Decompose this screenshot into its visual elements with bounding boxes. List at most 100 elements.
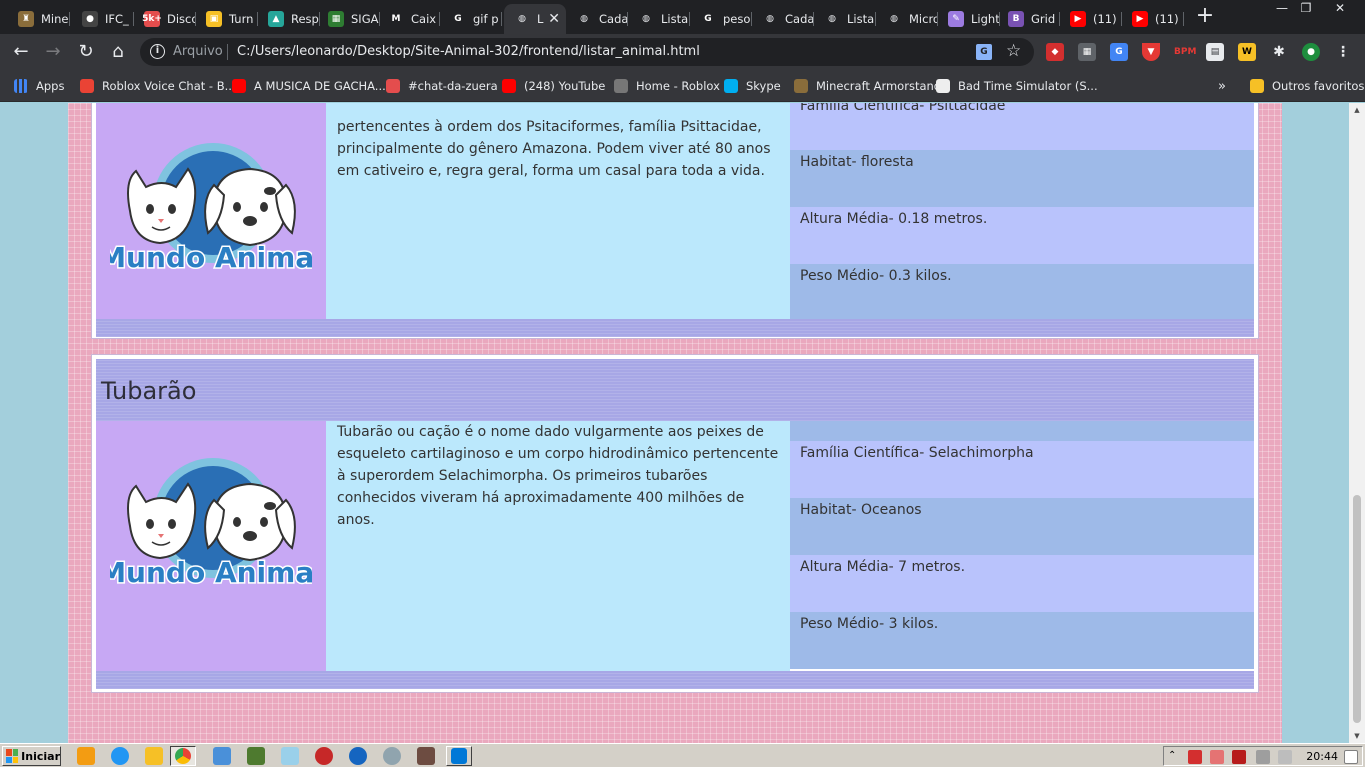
- tab[interactable]: Gpeso: [690, 4, 752, 34]
- address-bar[interactable]: i Arquivo G ☆: [140, 38, 1034, 66]
- animal-height-text: Altura Média- 7 metros.: [800, 559, 966, 575]
- browser-toolbar: ← → ↻ ⌂ i Arquivo G ☆ ◆ ▦ G ▼ BPM ▤ W ✱ …: [0, 34, 1365, 70]
- tab-label: Disco: [167, 12, 196, 26]
- ie-icon[interactable]: [111, 747, 129, 765]
- tab[interactable]: ▶ (11): [1122, 4, 1184, 34]
- app-blue-icon[interactable]: [349, 747, 367, 765]
- animal-habitat-text: Habitat- floresta: [800, 154, 914, 170]
- chrome-taskbar-button[interactable]: [170, 746, 196, 766]
- app-gray-icon[interactable]: [383, 747, 401, 765]
- shield-extension-icon[interactable]: ▼: [1142, 43, 1160, 61]
- site-info-icon[interactable]: i: [150, 44, 165, 59]
- tray-security-icon[interactable]: [1210, 750, 1224, 764]
- vscode-taskbar-button[interactable]: [446, 746, 472, 766]
- bookmark-label: Home - Roblox: [636, 79, 720, 93]
- bookmark-item[interactable]: #chat-da-zuera: [386, 77, 498, 95]
- media-player-icon[interactable]: [77, 747, 95, 765]
- tab[interactable]: 5k+ Disco: [134, 4, 196, 34]
- calculator-icon[interactable]: [213, 747, 231, 765]
- scroll-down-icon[interactable]: ▼: [1353, 732, 1361, 740]
- back-button[interactable]: ←: [9, 40, 33, 64]
- explorer-icon[interactable]: [145, 747, 163, 765]
- minecraft-icon[interactable]: [247, 747, 265, 765]
- close-tab-icon[interactable]: ✕: [548, 11, 560, 27]
- translate-extension-icon[interactable]: G: [1110, 43, 1128, 61]
- bookmark-label: Skype: [746, 79, 781, 93]
- tab[interactable]: ◍ Cada: [752, 4, 814, 34]
- profile-avatar[interactable]: ●: [1302, 43, 1320, 61]
- bookmark-label: Roblox Voice Chat - B...: [102, 79, 236, 93]
- tab[interactable]: ▶ (11): [1060, 4, 1122, 34]
- animal-family-text: Família Científica- Psittacidae: [800, 103, 1006, 114]
- tab[interactable]: ▲ Resp: [258, 4, 320, 34]
- animal-logo-cell: Mundo Animal: [96, 421, 326, 671]
- bookmark-item[interactable]: Bad Time Simulator (S...: [936, 77, 1098, 95]
- menu-icon[interactable]: ⋮: [1334, 43, 1352, 61]
- tray-app-icon[interactable]: [1188, 750, 1202, 764]
- tab[interactable]: Ggif p: [440, 4, 502, 34]
- calendar-extension-icon[interactable]: ▦: [1078, 43, 1096, 61]
- extensions-icon[interactable]: ✱: [1270, 43, 1288, 61]
- app-red-icon[interactable]: [315, 747, 333, 765]
- bookmark-item[interactable]: Skype: [724, 77, 781, 95]
- bookmark-item[interactable]: (248) YouTube: [502, 77, 605, 95]
- bookmark-label: Minecraft Armorstand: [816, 79, 942, 93]
- tab-favicon-icon: M: [391, 14, 401, 24]
- translate-icon[interactable]: G: [976, 44, 992, 60]
- notepad-icon[interactable]: [281, 747, 299, 765]
- animal-logo-cell: Mundo Animal: [96, 103, 326, 320]
- tab[interactable]: ✎ Light: [938, 4, 1000, 34]
- bookmark-item[interactable]: Roblox Voice Chat - B...: [80, 77, 236, 95]
- bookmarks-more-button[interactable]: »: [1218, 77, 1226, 95]
- app-figure-icon[interactable]: [417, 747, 435, 765]
- home-button[interactable]: ⌂: [106, 40, 130, 64]
- scrollbar-thumb[interactable]: [1353, 495, 1361, 723]
- reload-button[interactable]: ↻: [74, 40, 98, 64]
- tab[interactable]: ◍ Lista: [628, 4, 690, 34]
- tab[interactable]: ♜ Mine: [8, 4, 70, 34]
- new-tab-button[interactable]: +: [1193, 5, 1217, 29]
- tab[interactable]: ▦ SIGA: [318, 4, 380, 34]
- animal-height-text: Altura Média- 0.18 metros.: [800, 211, 988, 227]
- roblox-extension-icon[interactable]: ◆: [1046, 43, 1064, 61]
- bookmark-star-icon[interactable]: ☆: [1006, 41, 1021, 61]
- tray-expand-icon[interactable]: ⌃: [1168, 750, 1182, 764]
- scroll-up-icon[interactable]: ▲: [1353, 106, 1361, 114]
- close-window-button[interactable]: ✕: [1326, 0, 1354, 18]
- tab-label: peso: [723, 12, 751, 26]
- browser-tab-strip: ♜ Mine ● IFC_ 5k+ Disco ▣ Turn ▲ Resp ▦ SIGA M Caix Gg…: [0, 0, 1365, 34]
- start-button[interactable]: Iniciar: [2, 746, 61, 766]
- tab[interactable]: ▣ Turn: [196, 4, 258, 34]
- puzzle-extension-icon[interactable]: ▤: [1206, 43, 1224, 61]
- animal-family: Família Científica- Selachimorpha: [790, 441, 1254, 498]
- address-input[interactable]: [237, 44, 837, 59]
- forward-button[interactable]: →: [41, 40, 65, 64]
- bpm-extension-icon[interactable]: BPM: [1174, 43, 1196, 61]
- system-tray: ⌃ 20:44: [1163, 746, 1363, 766]
- tray-alert-icon[interactable]: [1232, 750, 1246, 764]
- bookmark-item[interactable]: A MUSICA DE GACHA...: [232, 77, 386, 95]
- tab[interactable]: ◍ Cada: [566, 4, 628, 34]
- tab[interactable]: ● IFC_: [72, 4, 134, 34]
- show-desktop-icon[interactable]: [1344, 750, 1358, 764]
- tray-volume-icon[interactable]: [1278, 750, 1292, 764]
- tab[interactable]: ◍ Lista: [814, 4, 876, 34]
- animal-weight-text: Peso Médio- 0.3 kilos.: [800, 268, 952, 284]
- tab-favicon-icon: ◍: [766, 14, 774, 24]
- page-scrollbar[interactable]: ▲ ▼: [1349, 103, 1365, 743]
- w-extension-icon[interactable]: W: [1238, 43, 1256, 61]
- bookmark-item[interactable]: Home - Roblox: [614, 77, 720, 95]
- tab[interactable]: M Caix: [378, 4, 440, 34]
- bookmark-label: #chat-da-zuera: [408, 79, 498, 93]
- tray-network-icon[interactable]: [1256, 750, 1270, 764]
- maximize-button[interactable]: ❐: [1292, 0, 1320, 18]
- tab-label: IFC_: [105, 12, 129, 26]
- bookmark-item[interactable]: Minecraft Armorstand: [794, 77, 941, 95]
- tab[interactable]: ◍ L ✕: [504, 4, 566, 34]
- other-bookmarks-button[interactable]: Outros favoritos: [1250, 77, 1364, 95]
- tab[interactable]: B Grid: [998, 4, 1060, 34]
- tab[interactable]: ◍ Micro: [876, 4, 938, 34]
- bookmark-item[interactable]: Apps: [14, 77, 64, 95]
- animal-info-column: Família Científica- Psittacidae Habitat-…: [790, 103, 1254, 321]
- tab-favicon-icon: ▶: [1132, 11, 1148, 27]
